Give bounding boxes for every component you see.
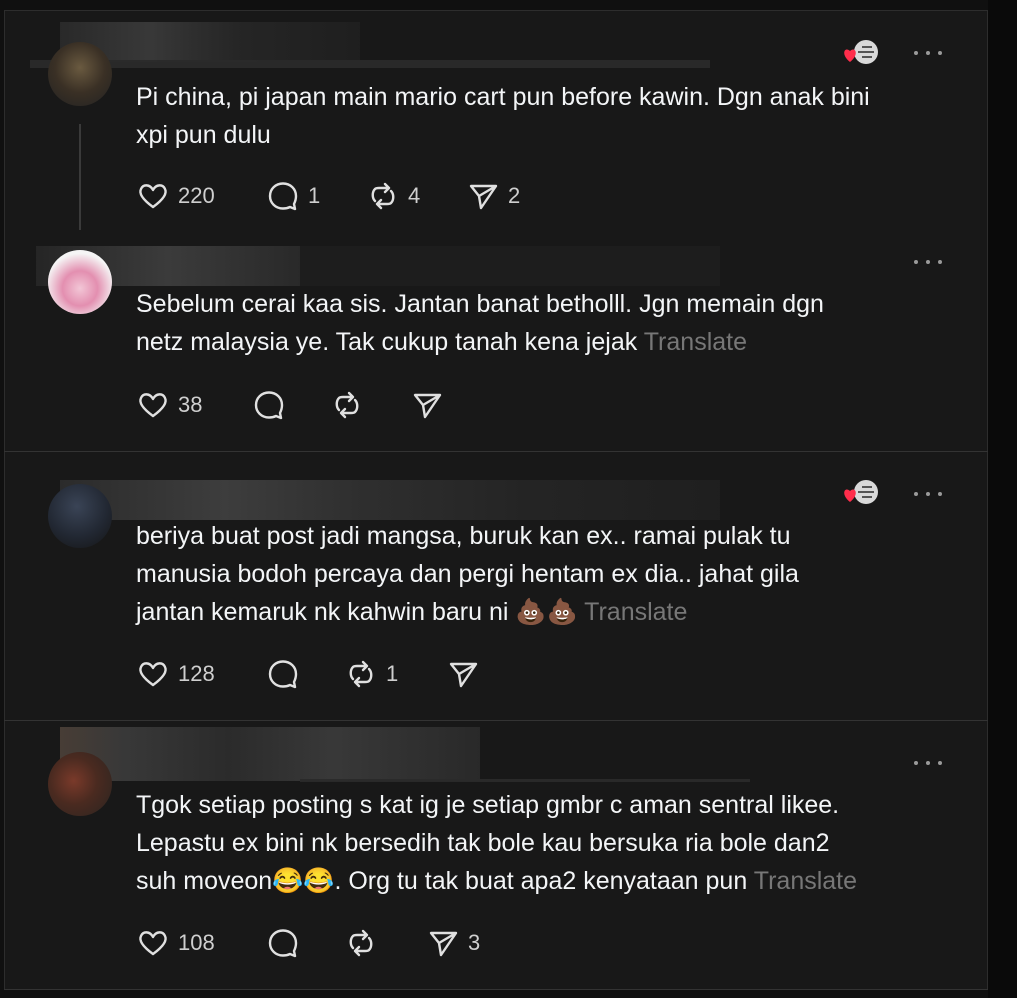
share-button[interactable] (446, 657, 480, 691)
thread-line (79, 124, 81, 230)
repost-button[interactable]: 1 (344, 657, 398, 691)
like-count: 220 (178, 183, 215, 208)
reply-button[interactable]: 1 (266, 179, 320, 213)
share-count: 3 (468, 930, 481, 955)
like-button[interactable]: 220 (136, 179, 215, 213)
heart-icon (139, 184, 167, 209)
divider (4, 720, 988, 721)
heart-icon (139, 393, 167, 418)
divider (4, 989, 988, 990)
translate-link[interactable]: Translate (584, 598, 687, 626)
comment-text: Tgok setiap posting s kat ig je setiap g… (136, 791, 858, 895)
send-icon (413, 393, 442, 419)
share-button[interactable] (410, 388, 444, 422)
comment-bubble-icon (268, 660, 298, 689)
repost-icon (371, 182, 395, 210)
background-strip (988, 0, 1017, 998)
like-count: 108 (178, 930, 215, 955)
avatar[interactable] (48, 250, 112, 314)
repost-icon (349, 660, 373, 688)
avatar[interactable] (48, 484, 112, 548)
heart-icon (139, 662, 167, 687)
share-count: 2 (508, 183, 521, 208)
like-button[interactable]: 38 (136, 388, 202, 422)
redacted-bar (30, 60, 710, 68)
redacted-bar (300, 246, 720, 286)
share-button[interactable]: 3 (426, 926, 480, 960)
redacted-username (60, 480, 720, 520)
translate-link[interactable]: Translate (754, 867, 857, 895)
more-options-icon[interactable] (914, 489, 942, 499)
reply-button[interactable] (266, 657, 300, 691)
like-count: 128 (178, 661, 215, 686)
avatar[interactable] (48, 42, 112, 106)
reply-count: 1 (308, 183, 321, 208)
more-options-icon[interactable] (914, 48, 942, 58)
translate-link[interactable]: Translate (644, 328, 747, 356)
comment-bubble-icon (268, 182, 298, 211)
repost-icon (349, 929, 373, 957)
divider (4, 10, 988, 11)
like-count: 38 (178, 392, 203, 417)
comment-bubble-icon (268, 929, 298, 958)
liked-by-author-icon (844, 480, 878, 504)
repost-button[interactable] (330, 388, 364, 422)
divider (4, 451, 988, 452)
comment-text: Sebelum cerai kaa sis. Jantan banat beth… (136, 290, 824, 356)
comment-bubble-icon (254, 391, 284, 420)
send-icon (449, 662, 478, 688)
repost-count: 1 (386, 661, 399, 686)
redacted-username (60, 727, 480, 781)
reply-button[interactable] (252, 388, 286, 422)
repost-button[interactable]: 4 (366, 179, 420, 213)
comment-text: Pi china, pi japan main mario cart pun b… (136, 83, 870, 149)
redacted-bar (300, 779, 750, 782)
repost-icon (335, 391, 359, 419)
send-icon (429, 931, 458, 957)
share-button[interactable]: 2 (466, 179, 520, 213)
like-button[interactable]: 128 (136, 657, 215, 691)
heart-icon (139, 931, 167, 956)
send-icon (469, 184, 498, 210)
repost-button[interactable] (344, 926, 378, 960)
liked-by-author-icon (844, 40, 878, 64)
reply-button[interactable] (266, 926, 300, 960)
more-options-icon[interactable] (914, 758, 942, 768)
repost-count: 4 (408, 183, 421, 208)
more-options-icon[interactable] (914, 257, 942, 267)
avatar[interactable] (48, 752, 112, 816)
like-button[interactable]: 108 (136, 926, 215, 960)
comment-text: beriya buat post jadi mangsa, buruk kan … (136, 522, 799, 626)
